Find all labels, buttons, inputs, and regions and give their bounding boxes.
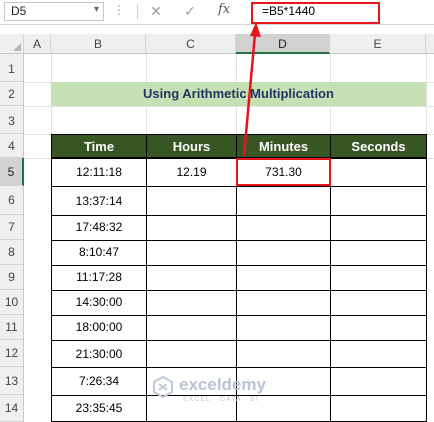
cell-c12[interactable]	[146, 340, 237, 368]
cell-d12[interactable]	[236, 340, 331, 368]
cell-b13[interactable]: 7:26:34	[51, 367, 147, 396]
cell-b6[interactable]: 13:37:14	[51, 186, 147, 216]
cell-c10[interactable]	[146, 290, 237, 316]
cell-e9[interactable]	[330, 265, 427, 291]
cell-c8[interactable]	[146, 240, 237, 266]
row-header-3[interactable]: 3	[0, 106, 24, 134]
row-header-8[interactable]: 8	[0, 240, 24, 265]
cell-d6[interactable]	[236, 186, 331, 216]
row-header-6[interactable]: 6	[0, 186, 24, 215]
column-header-c[interactable]: C	[146, 34, 236, 54]
cell-d9[interactable]	[236, 265, 331, 291]
column-header-d[interactable]: D	[236, 34, 330, 54]
row-header-13[interactable]: 13	[0, 367, 24, 395]
cell-c7[interactable]	[146, 215, 237, 241]
enter-icon[interactable]: ✓	[180, 2, 200, 21]
cell-b12[interactable]: 21:30:00	[51, 340, 147, 368]
cell-e10[interactable]	[330, 290, 427, 316]
cell-d7[interactable]	[236, 215, 331, 241]
cell-b7[interactable]: 17:48:32	[51, 215, 147, 241]
row-header-10[interactable]: 10	[0, 290, 24, 315]
header-hours[interactable]: Hours	[146, 134, 237, 158]
cell-b11[interactable]: 18:00:00	[51, 315, 147, 341]
cell-e6[interactable]	[330, 186, 427, 216]
cell-e8[interactable]	[330, 240, 427, 266]
select-all-icon	[13, 43, 21, 51]
cell-b10[interactable]: 14:30:00	[51, 290, 147, 316]
column-header-a[interactable]: A	[24, 34, 51, 54]
cell-c11[interactable]	[146, 315, 237, 341]
cell-e14[interactable]	[330, 395, 427, 422]
row-header-2[interactable]: 2	[0, 82, 24, 106]
header-seconds[interactable]: Seconds	[330, 134, 427, 158]
separator	[137, 4, 138, 19]
cell-b5[interactable]: 12:11:18	[51, 158, 147, 187]
gridline	[24, 106, 434, 107]
row-header-7[interactable]: 7	[0, 215, 24, 240]
row-header-12[interactable]: 12	[0, 340, 24, 367]
watermark: exceldemy EXCEL · DATA · BI	[152, 372, 302, 412]
column-header-f[interactable]	[426, 34, 434, 54]
cell-d10[interactable]	[236, 290, 331, 316]
cell-d11[interactable]	[236, 315, 331, 341]
row-header-4[interactable]: 4	[0, 134, 24, 158]
cell-e11[interactable]	[330, 315, 427, 341]
row-header-9[interactable]: 9	[0, 265, 24, 290]
cell-c5[interactable]: 12.19	[146, 158, 237, 187]
name-box-value: D5	[11, 4, 27, 18]
result-highlight-box	[236, 158, 331, 186]
column-header-b[interactable]: B	[51, 34, 146, 54]
cell-e13[interactable]	[330, 367, 427, 396]
cancel-icon[interactable]: ✕	[146, 2, 166, 21]
header-time[interactable]: Time	[51, 134, 147, 158]
chevron-down-icon[interactable]: ▾	[94, 4, 99, 15]
cell-b14[interactable]: 23:35:45	[51, 395, 147, 422]
cell-e12[interactable]	[330, 340, 427, 368]
cell-c6[interactable]	[146, 186, 237, 216]
cell-c9[interactable]	[146, 265, 237, 291]
name-box[interactable]: D5 ▾	[4, 2, 104, 21]
insert-function-icon[interactable]: fx	[218, 2, 230, 17]
cell-e5[interactable]	[330, 158, 427, 187]
cell-b9[interactable]: 11:17:28	[51, 265, 147, 291]
row-header-14[interactable]: 14	[0, 395, 24, 422]
watermark-tagline: EXCEL · DATA · BI	[183, 396, 259, 403]
watermark-name: exceldemy	[179, 375, 266, 394]
cell-e7[interactable]	[330, 215, 427, 241]
select-all-button[interactable]	[0, 34, 24, 54]
header-minutes[interactable]: Minutes	[236, 134, 331, 158]
exceldemy-logo-icon	[153, 376, 173, 398]
cell-d8[interactable]	[236, 240, 331, 266]
drag-handle-icon[interactable]: ⋮	[113, 3, 126, 17]
cell-b8[interactable]: 8:10:47	[51, 240, 147, 266]
row-header-5[interactable]: 5	[0, 158, 24, 186]
row-header-1[interactable]: 1	[0, 54, 24, 82]
sheet-title: Using Arithmetic Multiplication	[51, 82, 426, 106]
column-header-e[interactable]: E	[330, 34, 426, 54]
row-header-11[interactable]: 11	[0, 315, 24, 340]
formula-highlight-box	[251, 2, 380, 24]
